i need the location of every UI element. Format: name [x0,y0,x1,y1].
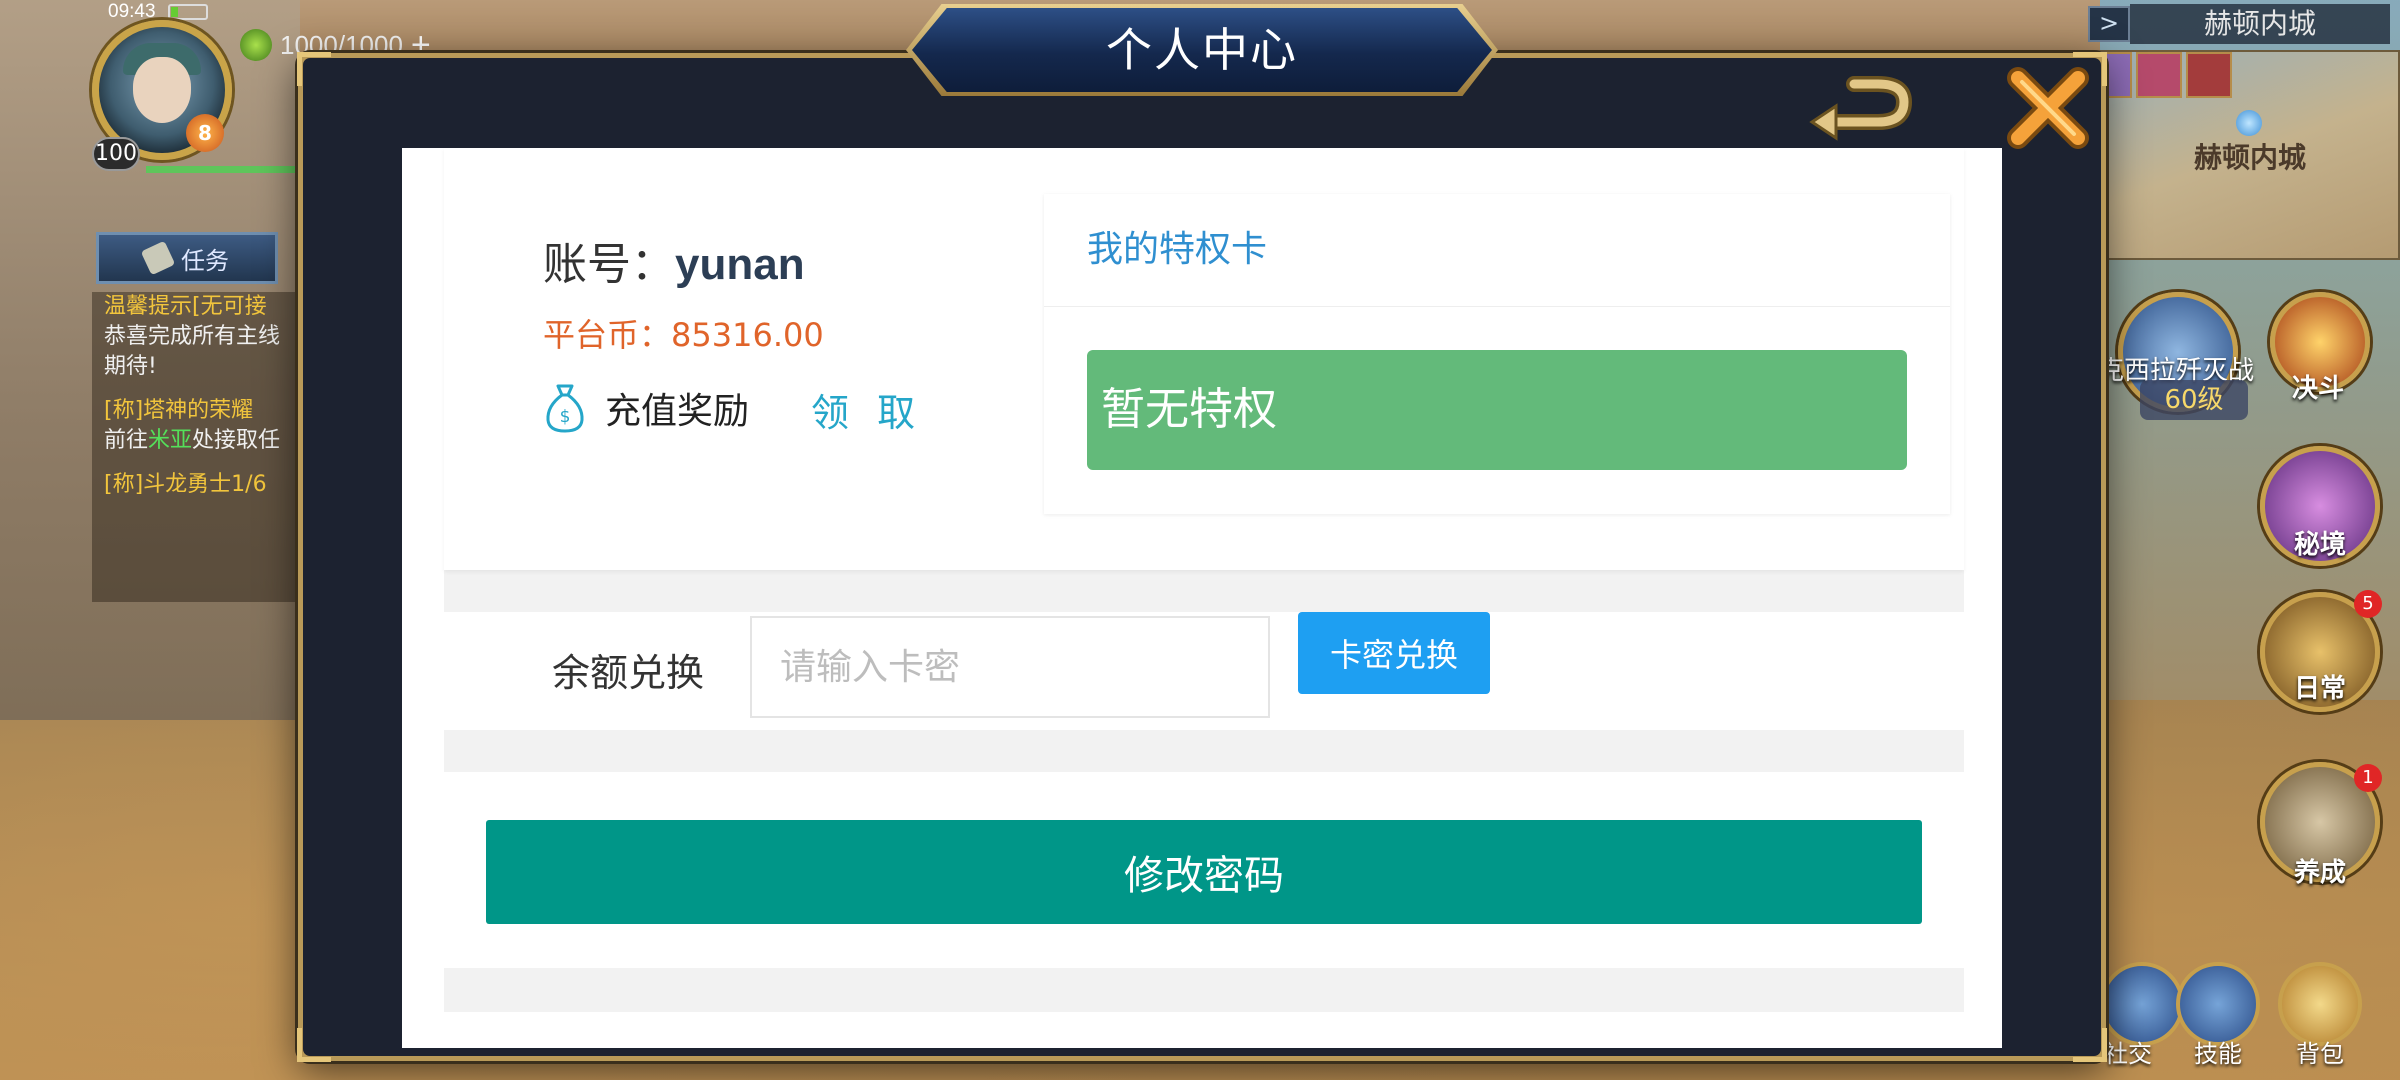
task-tab-label: 任务 [181,246,229,275]
money-bag-icon: $ [546,384,584,433]
quest-line: 温馨提示[无可接 [104,294,267,319]
back-arrow-icon [1809,76,1913,141]
balance-redeem-card: 余额兑换 卡密兑换 [444,612,1964,730]
task-tab[interactable]: 任务 [96,232,278,284]
event-level: 60级 [2140,380,2248,420]
nurture-label: 养成 [2294,858,2347,888]
experience-bar [146,166,304,173]
account-value: yunan [675,240,805,289]
party-avatar[interactable] [2136,52,2182,98]
minimap-toggle-button[interactable]: > [2088,6,2130,42]
quest-panel[interactable]: 温馨提示[无可接 恭喜完成所有主线 期待! [称]塔神的荣耀 前往米亚处接取任 … [92,292,304,602]
dialog-title: 个人中心 [1106,23,1298,77]
nurture-notification-badge: 1 [2354,764,2382,792]
coin-value: 85316.00 [671,316,824,354]
scroll-icon [140,240,176,276]
account-card: 账号：yunan 平台币：85316.00 $ 充值奖励 领 取 我的特权卡 暂… [444,148,1964,570]
recharge-reward-label: 充值奖励 [605,391,750,432]
quest-line: 期待! [104,354,157,379]
map-title: 赫顿内城 [2130,4,2390,44]
privilege-card: 我的特权卡 暂无特权 [1044,194,1950,514]
claim-reward-link[interactable]: 领 取 [811,382,923,437]
map-pin-icon [2236,110,2262,136]
dialog-content: 账号：yunan 平台币：85316.00 $ 充值奖励 领 取 我的特权卡 暂… [402,148,2002,1048]
vip-badge: 8 [186,114,224,152]
change-password-button[interactable]: 修改密码 [486,820,1922,924]
redeem-label: 余额兑换 [552,651,705,695]
minimap-view[interactable]: 赫顿内城 [2084,50,2400,260]
social-label: 社交 [2104,1040,2152,1068]
energy-icon [240,29,272,61]
card-code-input[interactable] [750,616,1270,718]
map-location-label: 赫顿内城 [2194,141,2307,174]
back-button[interactable] [1808,76,1916,142]
content-bottom-strip [402,1012,2002,1048]
quest-line: 前往米亚处接取任 [104,428,281,453]
account-label: 账号： [543,239,675,290]
coin-label: 平台币： [543,316,672,354]
recharge-reward-row: $ 充值奖励 [543,380,749,436]
battery-icon [167,4,208,20]
daily-label: 日常 [2294,674,2347,704]
close-x-icon [2007,67,2089,149]
player-level-badge: 100 [92,137,140,171]
svg-text:$: $ [560,407,571,427]
secret-realm-label: 秘境 [2294,530,2347,560]
skills-label: 技能 [2194,1040,2242,1068]
account-info: 账号：yunan [543,228,805,292]
divider [1044,306,1950,307]
quest-line: [称]斗龙勇士1/6 [104,472,267,497]
password-card: 修改密码 [444,772,1964,968]
backpack-label: 背包 [2296,1040,2344,1068]
close-button[interactable] [2006,66,2090,150]
clock: 09:43 [108,1,156,22]
quest-line: 恭喜完成所有主线 [104,324,281,349]
minimap[interactable]: > 赫顿内城 赫顿内城 [2070,0,2400,260]
daily-notification-badge: 5 [2354,590,2382,618]
quest-line: [称]塔神的荣耀 [104,398,254,423]
redeem-card-button[interactable]: 卡密兑换 [1298,612,1490,694]
platform-coin-info: 平台币：85316.00 [543,310,824,356]
duel-label: 决斗 [2292,374,2345,404]
party-avatar[interactable] [2186,52,2232,98]
privilege-status: 暂无特权 [1087,350,1907,470]
privilege-card-header[interactable]: 我的特权卡 [1087,220,1267,272]
